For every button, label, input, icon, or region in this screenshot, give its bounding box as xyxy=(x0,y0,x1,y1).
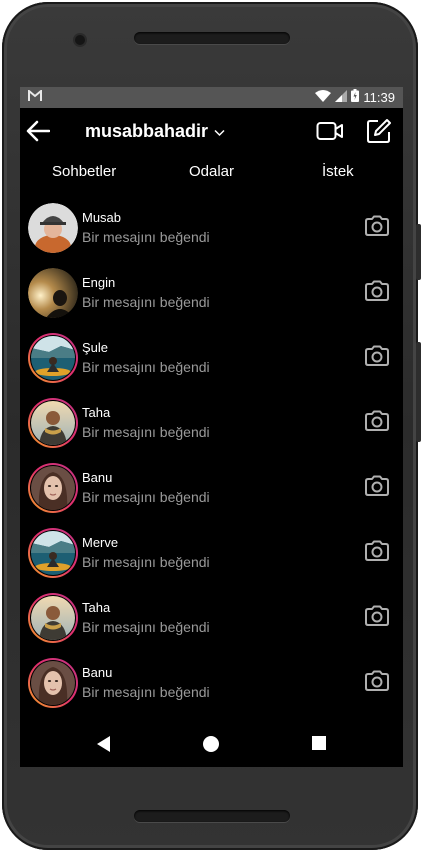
power-button xyxy=(416,342,421,442)
contact-name: Engin xyxy=(82,275,116,290)
tab-bar: Sohbetler Odalar İstek xyxy=(20,163,403,189)
avatar xyxy=(28,203,78,253)
message-preview: Bir mesajını beğendi xyxy=(82,424,210,440)
message-preview: Bir mesajını beğendi xyxy=(82,489,210,505)
camera-icon[interactable] xyxy=(364,410,390,437)
avatar xyxy=(28,333,78,383)
conversation-row[interactable]: Taha Bir mesajını beğendi xyxy=(20,397,403,453)
camera-icon[interactable] xyxy=(364,540,390,567)
gmail-m-icon xyxy=(28,88,42,105)
conversation-row[interactable]: Banu Bir mesajını beğendi xyxy=(20,462,403,518)
contact-name: Şule xyxy=(82,340,109,355)
message-preview: Bir mesajını beğendi xyxy=(82,684,210,700)
message-preview: Bir mesajını beğendi xyxy=(82,359,210,375)
tab-rooms[interactable]: Odalar xyxy=(189,163,234,180)
contact-name: Banu xyxy=(82,665,113,680)
conversation-row[interactable]: Şule Bir mesajını beğendi xyxy=(20,332,403,388)
camera-icon[interactable] xyxy=(364,215,390,242)
android-nav-bar xyxy=(20,721,403,767)
volume-button xyxy=(416,224,421,280)
message-preview: Bir mesajını beğendi xyxy=(82,229,210,245)
compose-icon[interactable] xyxy=(366,118,392,149)
message-preview: Bir mesajını beğendi xyxy=(82,554,210,570)
camera-icon[interactable] xyxy=(364,605,390,632)
contact-name: Taha xyxy=(82,600,111,615)
account-switcher[interactable]: musabbahadir xyxy=(85,121,225,142)
contact-name: Merve xyxy=(82,535,119,550)
status-time: 11:39 xyxy=(363,89,395,105)
phone-frame: 11:39 musabbahadir Sohbetler Odalar İste… xyxy=(2,2,421,850)
avatar xyxy=(28,593,78,643)
conversation-row[interactable]: Musab Bir mesajını beğendi xyxy=(20,202,403,258)
battery-icon xyxy=(351,89,360,105)
avatar xyxy=(28,398,78,448)
camera-icon[interactable] xyxy=(364,475,390,502)
front-camera xyxy=(75,35,85,45)
chevron-down-icon xyxy=(214,121,225,142)
status-bar: 11:39 xyxy=(20,87,403,108)
camera-icon[interactable] xyxy=(364,670,390,697)
conversation-row[interactable]: Banu Bir mesajını beğendi xyxy=(20,657,403,713)
back-arrow-icon[interactable] xyxy=(26,120,51,147)
conversation-row[interactable]: Merve Bir mesajını beğendi xyxy=(20,527,403,583)
top-speaker xyxy=(134,32,290,44)
video-camera-icon[interactable] xyxy=(316,120,344,147)
tab-requests[interactable]: İstek xyxy=(322,163,354,180)
username: musabbahadir xyxy=(85,121,209,141)
camera-icon[interactable] xyxy=(364,345,390,372)
message-preview: Bir mesajını beğendi xyxy=(82,294,210,310)
screen: 11:39 musabbahadir Sohbetler Odalar İste… xyxy=(20,87,403,767)
signal-icon xyxy=(335,89,348,105)
wifi-icon xyxy=(315,89,332,105)
conversation-row[interactable]: Engin Bir mesajını beğendi xyxy=(20,267,403,323)
contact-name: Taha xyxy=(82,405,111,420)
camera-icon[interactable] xyxy=(364,280,390,307)
tab-chats[interactable]: Sohbetler xyxy=(52,163,116,180)
contact-name: Banu xyxy=(82,470,113,485)
bottom-speaker xyxy=(134,810,290,822)
avatar xyxy=(28,268,78,318)
avatar xyxy=(28,528,78,578)
contact-name: Musab xyxy=(82,210,122,225)
message-preview: Bir mesajını beğendi xyxy=(82,619,210,635)
nav-back-icon[interactable] xyxy=(95,735,111,758)
avatar xyxy=(28,658,78,708)
nav-home-icon[interactable] xyxy=(202,735,220,758)
top-bar: musabbahadir xyxy=(20,108,403,156)
avatar xyxy=(28,463,78,513)
conversation-row[interactable]: Taha Bir mesajını beğendi xyxy=(20,592,403,648)
nav-recents-icon[interactable] xyxy=(311,735,327,756)
